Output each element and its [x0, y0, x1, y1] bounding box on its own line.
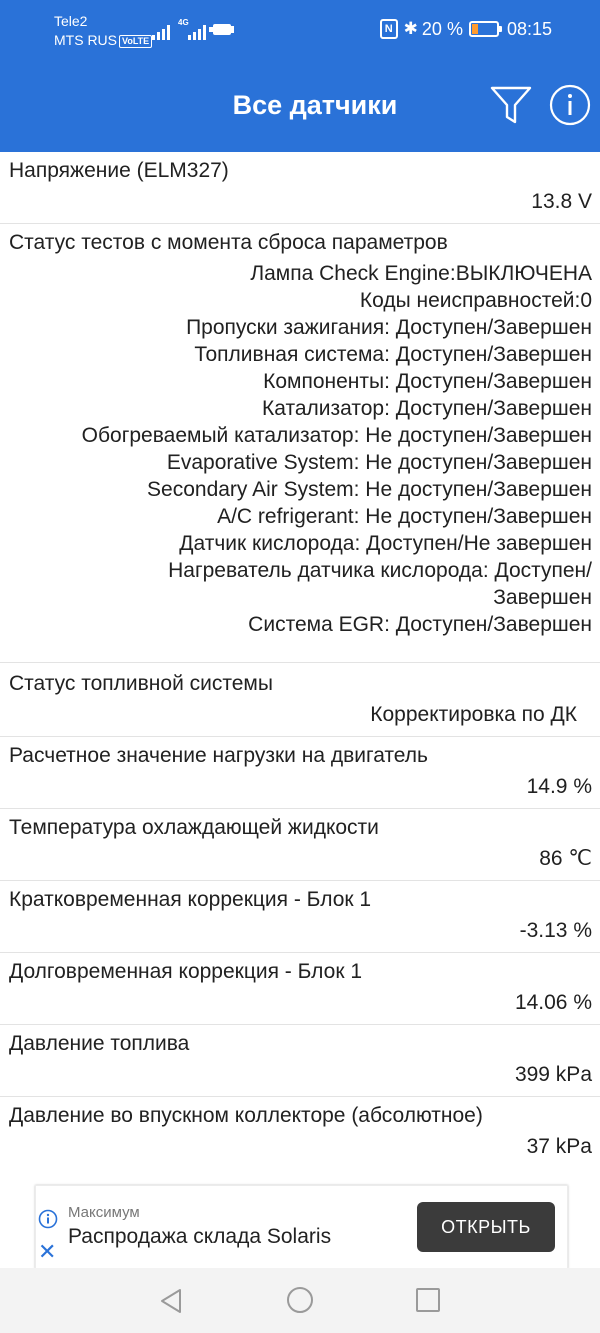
- signal-icon-2: [188, 22, 210, 40]
- sensor-value: 14.9 %: [526, 775, 592, 798]
- sensor-value: 37 kPa: [526, 1135, 592, 1158]
- carrier2-label: MTS RUS: [54, 32, 117, 48]
- signal-icon: [152, 22, 174, 40]
- status-right: N ✱ 20 % 08:15: [379, 18, 552, 40]
- test-line: Компоненты: Доступен/Завершен: [263, 370, 592, 393]
- test-line: Датчик кислорода: Доступен/Не завершен: [179, 532, 592, 555]
- ad-text[interactable]: Распродажа склада Solaris: [68, 1225, 331, 1249]
- sensor-label: Статус топливной системы: [9, 672, 273, 695]
- sensor-label: Напряжение (ELM327): [9, 159, 229, 182]
- test-line: Обогреваемый катализатор: Не доступен/За…: [81, 424, 592, 447]
- carrier1-label: Tele2: [54, 13, 88, 29]
- test-line: Завершен: [493, 586, 592, 609]
- bluetooth-icon: ✱: [403, 19, 418, 38]
- sensor-label: Кратковременная коррекция - Блок 1: [9, 888, 372, 911]
- recent-apps-icon[interactable]: [416, 1288, 440, 1312]
- sensor-item-coolant-temp[interactable]: Температура охлаждающей жидкости 86 ℃: [0, 809, 600, 881]
- volte-badge: VoLTE: [119, 35, 153, 48]
- sensor-value: 13.8 V: [531, 190, 592, 213]
- back-icon[interactable]: [158, 1288, 184, 1314]
- test-line: Secondary Air System: Не доступен/Заверш…: [147, 478, 592, 501]
- ad-open-button[interactable]: ОТКРЫТЬ: [417, 1202, 555, 1252]
- sensor-item-long-trim[interactable]: Долговременная коррекция - Блок 1 14.06 …: [0, 953, 600, 1025]
- test-line: Нагреватель датчика кислорода: Доступен/: [168, 559, 592, 582]
- sensor-value: -3.13 %: [519, 919, 592, 942]
- test-line: Катализатор: Доступен/Завершен: [262, 397, 592, 420]
- ad-banner[interactable]: ✕ Максимум Распродажа склада Solaris ОТК…: [35, 1185, 568, 1269]
- filter-icon[interactable]: [489, 83, 533, 127]
- sensor-value: 86 ℃: [539, 847, 592, 870]
- carrier-info: Tele2 MTS RUS VoLTE: [54, 12, 153, 50]
- system-nav-bar: [0, 1268, 600, 1333]
- car-icon: [209, 24, 234, 35]
- close-icon[interactable]: ✕: [38, 1241, 56, 1263]
- clock: 08:15: [506, 19, 552, 39]
- sensor-value: 14.06 %: [514, 991, 592, 1014]
- sensor-item-voltage[interactable]: Напряжение (ELM327) 13.8 V: [0, 152, 600, 224]
- nfc-icon: N: [379, 19, 398, 39]
- test-line: Коды неисправностей:0: [359, 289, 592, 312]
- sensor-item-short-trim[interactable]: Кратковременная коррекция - Блок 1 -3.13…: [0, 881, 600, 953]
- test-line: A/C refrigerant: Не доступен/Завершен: [217, 505, 592, 528]
- sensor-value: 399 kPa: [514, 1063, 592, 1086]
- sensor-label: Температура охлаждающей жидкости: [9, 816, 379, 839]
- sensor-label: Статус тестов с момента сброса параметро…: [9, 231, 448, 254]
- sensor-item-fuel-pressure[interactable]: Давление топлива 399 kPa: [0, 1025, 600, 1097]
- test-line: Пропуски зажигания: Доступен/Завершен: [186, 316, 592, 339]
- battery-percent: 20 %: [421, 19, 463, 39]
- sensor-label: Расчетное значение нагрузки на двигатель: [9, 744, 428, 767]
- sensor-item-tests[interactable]: Статус тестов с момента сброса параметро…: [0, 224, 600, 663]
- battery-icon: [468, 21, 502, 37]
- test-line: Система EGR: Доступен/Завершен: [248, 613, 592, 636]
- app-header: Tele2 MTS RUS VoLTE 4G N ✱ 20 % 08:15 Все…: [0, 0, 600, 152]
- ad-info-icon[interactable]: [38, 1209, 58, 1229]
- info-icon[interactable]: [549, 84, 591, 126]
- test-line: Топливная система: Доступен/Завершен: [194, 343, 592, 366]
- sensor-item-fuel-status[interactable]: Статус топливной системы Корректировка п…: [0, 663, 600, 737]
- test-line: Лампа Check Engine:ВЫКЛЮЧЕНА: [250, 262, 592, 285]
- sensor-label: Давление во впускном коллекторе (абсолют…: [9, 1104, 483, 1127]
- ad-brand: Максимум: [68, 1204, 140, 1221]
- sensor-item-engine-load[interactable]: Расчетное значение нагрузки на двигатель…: [0, 737, 600, 809]
- sensor-label: Долговременная коррекция - Блок 1: [9, 960, 363, 983]
- sensor-label: Давление топлива: [9, 1032, 190, 1055]
- sensor-value: Корректировка по ДК: [370, 703, 577, 726]
- test-line: Evaporative System: Не доступен/Завершен: [166, 451, 592, 474]
- home-icon[interactable]: [287, 1287, 313, 1313]
- sensor-item-map[interactable]: Давление во впускном коллекторе (абсолют…: [0, 1097, 600, 1168]
- sensor-list[interactable]: Напряжение (ELM327) 13.8 V Статус тестов…: [0, 152, 600, 1185]
